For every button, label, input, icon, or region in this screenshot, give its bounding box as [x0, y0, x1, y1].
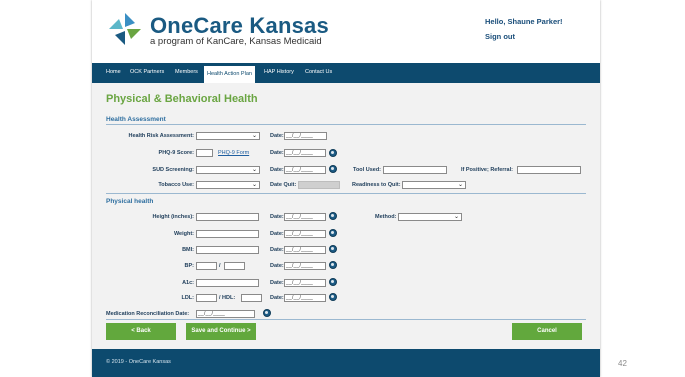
bp-date-label: Date: [270, 263, 284, 269]
bmi-label: BMI: [182, 247, 194, 253]
calendar-icon[interactable] [263, 309, 271, 317]
slide-number: 42 [618, 359, 627, 368]
tool-used-input[interactable] [383, 166, 447, 174]
calendar-icon[interactable] [329, 149, 337, 157]
calendar-icon[interactable] [329, 293, 337, 301]
readiness-select[interactable]: ⌄ [402, 181, 466, 189]
if-positive-label: If Positive; Referral: [461, 167, 513, 173]
hdl-input[interactable] [241, 294, 262, 302]
section-divider [106, 319, 586, 320]
date-quit-label: Date Quit: [270, 182, 297, 188]
bp-separator: / [219, 263, 221, 269]
calendar-icon[interactable] [329, 245, 337, 253]
weight-label: Weight: [173, 231, 194, 237]
header: OneCare Kansas a program of KanCare, Kan… [92, 0, 600, 56]
section-divider [106, 124, 586, 125]
phq9-score-input[interactable] [196, 149, 213, 157]
readiness-label: Readiness to Quit: [352, 182, 401, 188]
chevron-down-icon: ⌄ [453, 214, 459, 220]
main-nav: Home OCK Partners Members Health Action … [92, 63, 600, 83]
a1c-date-label: Date: [270, 280, 284, 286]
bp-diastolic-input[interactable] [224, 262, 245, 270]
med-rec-date-input[interactable]: __/__/____ [196, 310, 255, 318]
hra-date-label: Date: [270, 133, 284, 139]
weight-date-label: Date: [270, 231, 284, 237]
hra-label: Health Risk Assessment: [128, 133, 194, 139]
onecare-logo-icon [109, 13, 141, 45]
bmi-input[interactable] [196, 246, 259, 254]
a1c-date-input[interactable]: __/__/____ [284, 279, 326, 287]
ldl-date-input[interactable]: __/__/____ [284, 294, 326, 302]
a1c-label: A1c: [182, 280, 194, 286]
med-rec-label: Medication Reconciliation Date: [106, 311, 190, 317]
bp-systolic-input[interactable] [196, 262, 217, 270]
tobacco-label: Tobacco Use: [158, 182, 194, 188]
height-date-input[interactable]: __/__/____ [284, 213, 326, 221]
phq9-date-label: Date: [270, 150, 284, 156]
hra-date-input[interactable]: __/__/____ [284, 132, 327, 140]
phq9-label: PHQ-9 Score: [158, 150, 194, 156]
copyright: © 2019 - OneCare Kansas [106, 359, 171, 365]
nav-hap-history[interactable]: HAP History [264, 69, 294, 75]
bp-label: BP: [184, 263, 194, 269]
chevron-down-icon: ⌄ [457, 182, 463, 188]
phq9-date-input[interactable]: __/__/____ [284, 149, 326, 157]
calendar-icon[interactable] [329, 212, 337, 220]
nav-contact-us[interactable]: Contact Us [305, 69, 332, 75]
bmi-date-label: Date: [270, 247, 284, 253]
height-input[interactable] [196, 213, 259, 221]
bmi-date-input[interactable]: __/__/____ [284, 246, 326, 254]
method-label: Method: [375, 214, 397, 220]
calendar-icon[interactable] [329, 261, 337, 269]
sud-date-input[interactable]: __/__/____ [284, 166, 326, 174]
tobacco-select[interactable]: ⌄ [196, 181, 260, 189]
footer: © 2019 - OneCare Kansas [92, 349, 600, 377]
ldl-label: LDL: [181, 295, 194, 301]
bp-date-input[interactable]: __/__/____ [284, 262, 326, 270]
hra-select[interactable]: ⌄ [196, 132, 260, 140]
chevron-down-icon: ⌄ [251, 182, 257, 188]
weight-input[interactable] [196, 230, 259, 238]
signout-link[interactable]: Sign out [485, 32, 515, 41]
tool-used-label: Tool Used: [353, 167, 382, 173]
sud-select[interactable]: ⌄ [196, 166, 260, 174]
app-window: OneCare Kansas a program of KanCare, Kan… [92, 0, 600, 377]
chevron-down-icon: ⌄ [251, 167, 257, 173]
user-greeting: Hello, Shaune Parker! [485, 17, 563, 26]
calendar-icon[interactable] [329, 229, 337, 237]
section-divider [106, 193, 586, 194]
date-quit-input [298, 181, 340, 189]
calendar-icon[interactable] [329, 165, 337, 173]
referral-input[interactable] [517, 166, 581, 174]
ldl-input[interactable] [196, 294, 217, 302]
weight-date-input[interactable]: __/__/____ [284, 230, 326, 238]
phq9-form-link[interactable]: PHQ-9 Form [218, 150, 249, 156]
chevron-down-icon: ⌄ [251, 133, 257, 139]
brand-tagline: a program of KanCare, Kansas Medicaid [150, 36, 322, 47]
section-physical-health: Physical health [106, 198, 154, 205]
nav-health-action-plan[interactable]: Health Action Plan [204, 66, 255, 83]
ldl-date-label: Date: [270, 295, 284, 301]
save-continue-button[interactable]: Save and Continue > [186, 323, 256, 340]
height-label: Height (inches): [152, 214, 194, 220]
sud-label: SUD Screening: [152, 167, 194, 173]
nav-home[interactable]: Home [106, 69, 121, 75]
calendar-icon[interactable] [329, 278, 337, 286]
a1c-input[interactable] [196, 279, 259, 287]
page-title: Physical & Behavioral Health [106, 93, 258, 105]
form-content: Physical & Behavioral Health Health Asse… [92, 83, 600, 349]
method-select[interactable]: ⌄ [398, 213, 462, 221]
cancel-button[interactable]: Cancel [512, 323, 582, 340]
section-health-assessment: Health Assessment [106, 116, 166, 123]
nav-ock-partners[interactable]: OCK Partners [130, 69, 164, 75]
height-date-label: Date: [270, 214, 284, 220]
hdl-label: / HDL: [219, 295, 236, 301]
nav-members[interactable]: Members [175, 69, 198, 75]
back-button[interactable]: < Back [106, 323, 176, 340]
sud-date-label: Date: [270, 167, 284, 173]
